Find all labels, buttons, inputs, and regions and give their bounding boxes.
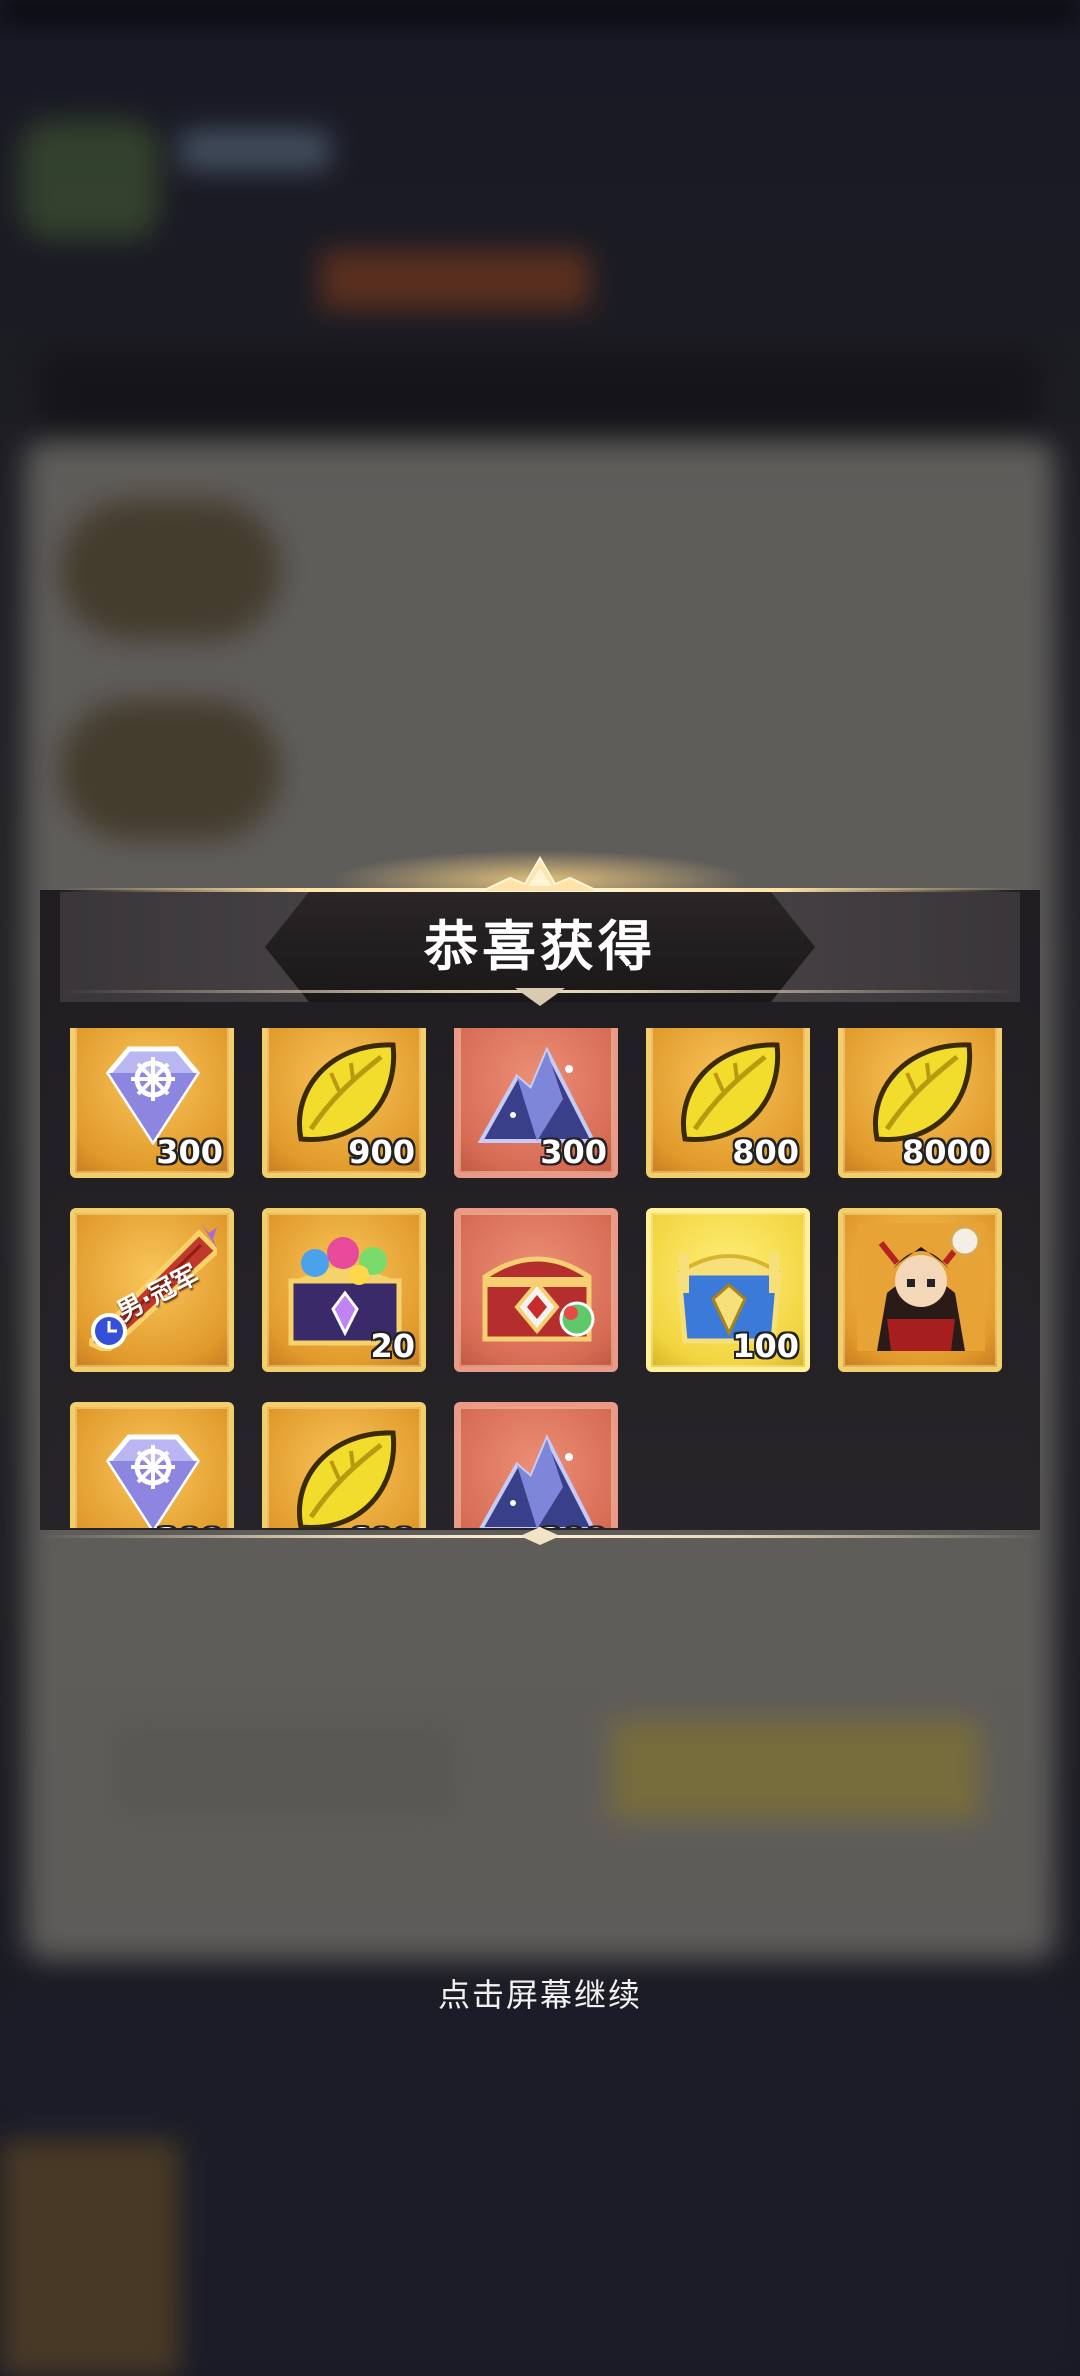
reward-item-tile[interactable]: 300	[70, 1028, 234, 1178]
reward-item-tile[interactable]: 800	[646, 1028, 810, 1178]
crystal-pile-icon	[473, 1417, 601, 1528]
reward-item-tile[interactable]: 200	[454, 1402, 618, 1528]
item-quantity: 8000	[901, 1133, 991, 1171]
item-quantity: 100	[732, 1327, 799, 1365]
reward-item-tile[interactable]: 20	[262, 1208, 426, 1372]
tap-to-continue-hint[interactable]: 点击屏幕继续	[0, 1970, 1080, 2016]
reward-item-tile[interactable]: 300	[454, 1028, 618, 1178]
reward-grid[interactable]: 300 900 300 800 8000 男·冠军 20 100 200 600 200	[40, 1028, 1040, 1528]
crest-ornament-icon	[480, 855, 600, 893]
item-quantity: 20	[370, 1327, 415, 1365]
purple-diamond-icon	[89, 1417, 217, 1528]
item-quantity: 200	[156, 1521, 223, 1528]
reward-item-tile[interactable]: 100	[646, 1208, 810, 1372]
reward-item-tile[interactable]	[454, 1208, 618, 1372]
reward-item-tile[interactable]: 8000	[838, 1028, 1002, 1178]
gold-leaf-icon	[281, 1417, 409, 1528]
item-quantity: 600	[348, 1521, 415, 1528]
reward-item-tile[interactable]: 男·冠军	[70, 1208, 234, 1372]
game-screen[interactable]: 恭喜获得 3009003008008000男·冠军20100200600200 …	[0, 0, 1080, 2376]
reward-item-tile[interactable]: 900	[262, 1028, 426, 1178]
item-quantity: 200	[540, 1521, 607, 1528]
reward-item-tile[interactable]: 200	[70, 1402, 234, 1528]
item-quantity: 800	[732, 1133, 799, 1171]
reward-dialog: 恭喜获得 300 900 300 800 8000 男·冠军 20 100 200 600 200	[0, 840, 1080, 1550]
hero-portrait-icon	[857, 1223, 985, 1351]
red-treasure-chest-icon	[473, 1223, 601, 1351]
item-quantity: 300	[540, 1133, 607, 1171]
reward-item-tile[interactable]: 600	[262, 1402, 426, 1528]
item-quantity: 300	[156, 1133, 223, 1171]
dialog-title: 恭喜获得	[424, 915, 656, 978]
item-quantity: 900	[348, 1133, 415, 1171]
reward-item-tile[interactable]	[838, 1208, 1002, 1372]
